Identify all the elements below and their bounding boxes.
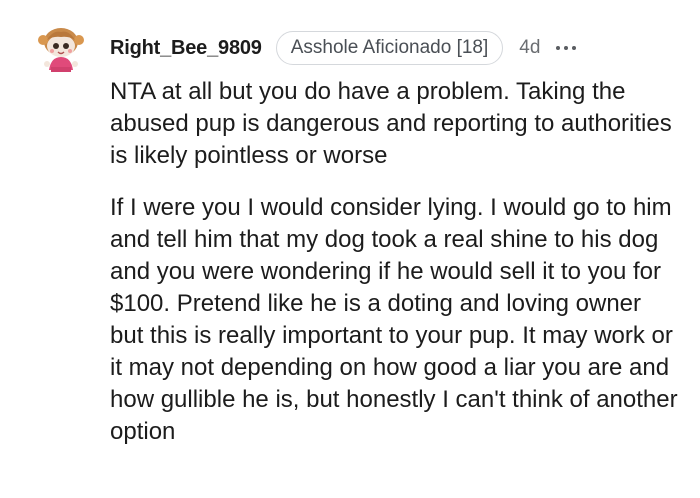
user-flair: Asshole Aficionado [18] xyxy=(275,31,504,65)
comment-paragraph: NTA at all but you do have a problem. Ta… xyxy=(110,78,672,169)
more-options-icon[interactable] xyxy=(556,38,577,58)
comment-header: Right_Bee_9809 Asshole Aficionado [18] 4… xyxy=(110,30,680,66)
dot xyxy=(556,46,561,50)
dot xyxy=(564,46,569,50)
dot xyxy=(572,46,577,50)
snoo-avatar-icon xyxy=(38,28,84,72)
comment-timestamp[interactable]: 4d xyxy=(519,37,540,59)
comment-body: NTA at all but you do have a problem. Ta… xyxy=(110,76,680,468)
username[interactable]: Right_Bee_9809 xyxy=(110,37,262,60)
comment: Right_Bee_9809 Asshole Aficionado [18] 4… xyxy=(0,0,700,498)
comment-paragraph: If I were you I would consider lying. I … xyxy=(110,194,678,445)
user-avatar[interactable] xyxy=(33,20,89,76)
